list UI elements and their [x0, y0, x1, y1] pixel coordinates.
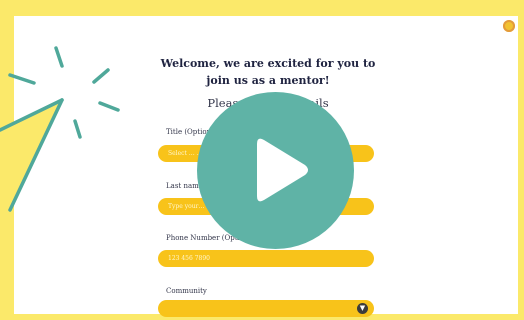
chevron-down-icon: ▼: [357, 303, 368, 314]
sparkle-line: [54, 46, 64, 68]
avatar[interactable]: [503, 20, 515, 32]
play-icon: [257, 138, 308, 202]
welcome-heading: Welcome, we are excited for you to join …: [160, 57, 376, 87]
sparkle-line: [73, 119, 82, 139]
community-label: Community: [166, 287, 207, 295]
phone-input[interactable]: 123 456 7890: [158, 250, 374, 267]
community-select[interactable]: ▼: [158, 300, 374, 317]
video-play-button[interactable]: [197, 92, 354, 249]
yellow-frame-right: [518, 0, 524, 320]
sparkle-line: [8, 73, 36, 85]
decorative-graphics: [0, 46, 120, 214]
sparkle-line: [98, 101, 120, 112]
sparkle-line: [92, 68, 110, 84]
